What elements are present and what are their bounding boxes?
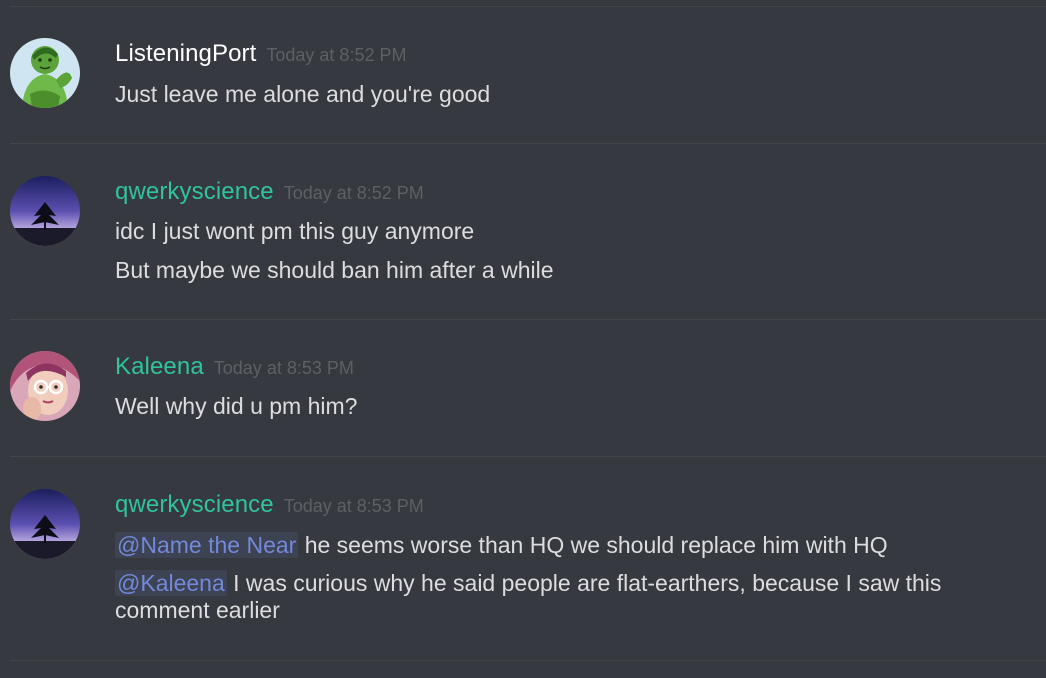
message-header: qwerkyscience Today at 8:53 PM bbox=[115, 489, 424, 524]
timestamp: Today at 8:52 PM bbox=[283, 183, 424, 203]
message-divider bbox=[10, 319, 1046, 320]
user-mention[interactable]: @Name the Near bbox=[115, 532, 299, 558]
message-divider bbox=[10, 660, 1046, 661]
message-header: Kaleena Today at 8:53 PM bbox=[115, 351, 354, 386]
timestamp: Today at 8:53 PM bbox=[213, 358, 354, 378]
timestamp: Today at 8:53 PM bbox=[283, 496, 424, 516]
message-header: qwerkyscience Today at 8:52 PM bbox=[115, 176, 424, 211]
user-mention[interactable]: @Kaleena bbox=[115, 570, 227, 596]
message-text: But maybe we should ban him after a whil… bbox=[115, 257, 554, 283]
message-text: Just leave me alone and you're good bbox=[115, 81, 491, 107]
timestamp: Today at 8:52 PM bbox=[266, 45, 407, 65]
message-text: Well why did u pm him? bbox=[115, 393, 358, 419]
message-divider bbox=[10, 6, 1046, 7]
username[interactable]: qwerkyscience bbox=[115, 491, 274, 518]
message-text: @Kaleena I was curious why he said peopl… bbox=[115, 570, 1006, 624]
green-giant-avatar-icon[interactable] bbox=[10, 38, 80, 108]
girl-glasses-avatar-icon[interactable] bbox=[10, 351, 80, 421]
message-text: idc I just wont pm this guy anymore bbox=[115, 218, 475, 244]
tree-night-sky-avatar-icon[interactable] bbox=[10, 489, 80, 559]
tree-night-sky-avatar-icon[interactable] bbox=[10, 176, 80, 246]
message-header: ListeningPort Today at 8:52 PM bbox=[115, 38, 406, 73]
username[interactable]: ListeningPort bbox=[115, 40, 256, 67]
message-text: @Name the Near he seems worse than HQ we… bbox=[115, 532, 1006, 559]
username[interactable]: Kaleena bbox=[115, 353, 204, 380]
username[interactable]: qwerkyscience bbox=[115, 178, 274, 205]
message-text-body: he seems worse than HQ we should replace… bbox=[298, 532, 888, 558]
message-divider bbox=[10, 456, 1046, 457]
message-divider bbox=[10, 143, 1046, 144]
message-text-body: I was curious why he said people are fla… bbox=[115, 570, 942, 623]
chat-message-list: ListeningPort Today at 8:52 PM Just leave… bbox=[0, 0, 1046, 678]
